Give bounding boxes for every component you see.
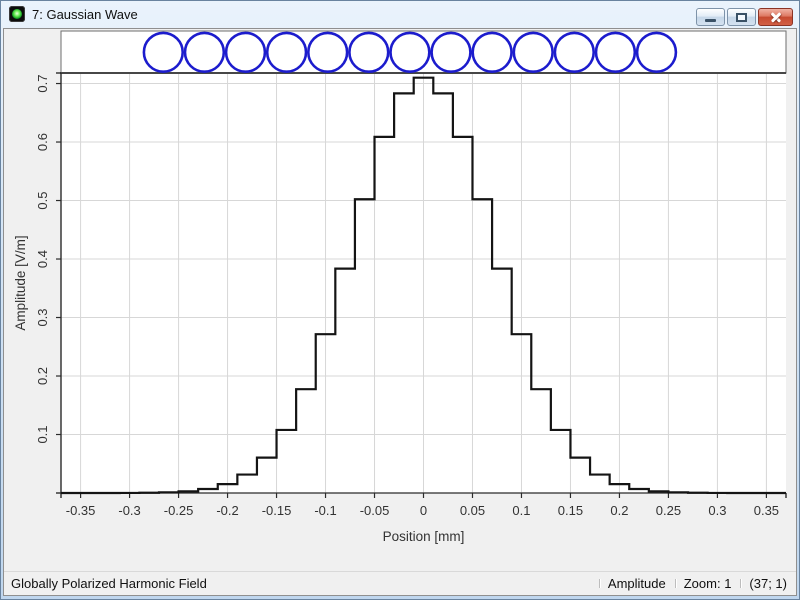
x-tick-label: -0.2 [216, 503, 238, 518]
status-zoom: Zoom: 1 [675, 576, 741, 591]
y-tick-label: 0.1 [35, 425, 50, 443]
x-tick-label: -0.05 [360, 503, 390, 518]
x-tick-label: -0.35 [66, 503, 96, 518]
x-axis-title: Position [mm] [383, 529, 465, 544]
x-tick-label: 0.05 [460, 503, 485, 518]
status-field-type: Globally Polarized Harmonic Field [4, 576, 599, 591]
chart-canvas[interactable]: -0.35 -0.3 -0.25 -0.2 -0.15 -0.1 -0.05 0 0.05 0.1… [0, 0, 800, 600]
x-tick-label: 0.15 [558, 503, 583, 518]
x-tick-label: 0.2 [610, 503, 628, 518]
app-window: 7: Gaussian Wave -0.35-0.3-0.25-0.2-0.15… [0, 0, 800, 600]
x-tick-label: -0.3 [118, 503, 140, 518]
y-tick-label: 0.7 [35, 74, 50, 92]
y-tick-label: 0.4 [35, 250, 50, 268]
x-tick-label: 0.35 [754, 503, 779, 518]
y-tick-label: 0.3 [35, 308, 50, 326]
status-display-mode: Amplitude [599, 576, 675, 591]
x-tick-label: -0.15 [262, 503, 292, 518]
y-tick-label: 0.6 [35, 133, 50, 151]
x-tick-label: 0.25 [656, 503, 681, 518]
y-tick-label: 0.5 [35, 191, 50, 209]
x-tick-label: -0.1 [314, 503, 336, 518]
status-bar: Globally Polarized Harmonic Field Amplit… [4, 571, 796, 595]
x-tick-label: -0.25 [164, 503, 194, 518]
x-tick-label: 0 [420, 503, 427, 518]
y-axis-title: Amplitude [V/m] [13, 235, 28, 330]
x-tick-label: 0.1 [512, 503, 530, 518]
y-tick-label: 0.2 [35, 367, 50, 385]
x-tick-label: 0.3 [708, 503, 726, 518]
status-sampling: (37; 1) [740, 576, 796, 591]
